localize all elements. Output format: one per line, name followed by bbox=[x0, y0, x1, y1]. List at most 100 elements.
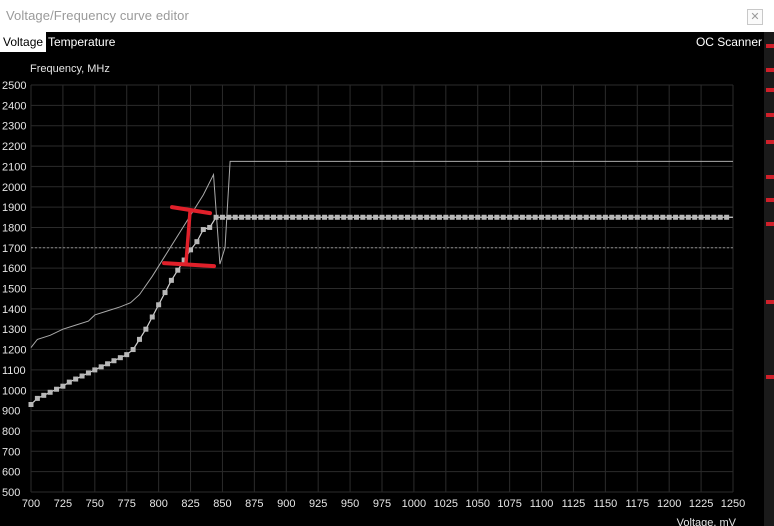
vf-curve-point bbox=[481, 214, 487, 220]
vf-curve-point bbox=[111, 358, 117, 364]
side-marker bbox=[766, 175, 774, 179]
vf-curve-point bbox=[60, 383, 66, 389]
vf-curve-point bbox=[328, 214, 334, 220]
window-title: Voltage/Frequency curve editor bbox=[6, 8, 189, 23]
y-tick-label: 1100 bbox=[2, 365, 26, 377]
side-marker bbox=[766, 375, 774, 379]
vf-curve-point bbox=[417, 214, 423, 220]
x-tick-label: 775 bbox=[118, 498, 136, 510]
x-tick-label: 1150 bbox=[594, 498, 618, 510]
vf-curve-point bbox=[711, 214, 717, 220]
side-marker bbox=[766, 68, 774, 72]
chart-svg[interactable]: 500 600 700 800 900 1000 1100 1200 1300 1400 1500 1… bbox=[0, 52, 764, 526]
vf-curve-point bbox=[117, 355, 123, 361]
x-tick-label: 1125 bbox=[562, 498, 586, 510]
vf-curve-point bbox=[283, 214, 289, 220]
vf-curve-point bbox=[105, 361, 111, 367]
vf-curve-point bbox=[487, 214, 493, 220]
vf-curve-point bbox=[149, 314, 155, 320]
x-tick-label: 925 bbox=[309, 498, 327, 510]
vf-curve-editor-window: Voltage/Frequency curve editor ✕ Voltage… bbox=[0, 0, 774, 526]
vf-curve-point bbox=[309, 214, 315, 220]
tab-voltage[interactable]: Voltage bbox=[0, 32, 47, 52]
vf-curve-point bbox=[634, 214, 640, 220]
vf-curve-chart[interactable]: 500 600 700 800 900 1000 1100 1200 1300 1400 1500 1… bbox=[0, 52, 764, 526]
vf-curve-point bbox=[558, 214, 564, 220]
vf-curve-point bbox=[124, 352, 130, 358]
y-tick-label: 1800 bbox=[2, 222, 26, 234]
vf-curve-point bbox=[647, 214, 653, 220]
vf-curve-point bbox=[551, 214, 557, 220]
vf-curve-point bbox=[685, 214, 691, 220]
x-tick-label: 850 bbox=[213, 498, 231, 510]
y-tick-label: 600 bbox=[2, 467, 20, 479]
vf-curve-point bbox=[143, 326, 149, 332]
vf-curve-point bbox=[500, 214, 506, 220]
vf-curve-point bbox=[264, 214, 270, 220]
vf-curve-point bbox=[373, 214, 379, 220]
vf-curve-point bbox=[443, 214, 449, 220]
vf-curve-point bbox=[430, 214, 436, 220]
side-marker bbox=[766, 140, 774, 144]
vf-curve-point bbox=[526, 214, 532, 220]
vf-curve-point bbox=[28, 401, 34, 407]
tab-bar: Voltage Temperature OC Scanner bbox=[0, 32, 774, 52]
vf-curve-point bbox=[73, 376, 79, 382]
vf-curve-point bbox=[322, 214, 328, 220]
vf-curve-point bbox=[628, 214, 634, 220]
side-marker bbox=[766, 300, 774, 304]
oc-scanner-button[interactable]: OC Scanner bbox=[696, 32, 762, 52]
x-tick-label: 1075 bbox=[497, 498, 521, 510]
vf-curve-point bbox=[570, 214, 576, 220]
x-tick-label: 1025 bbox=[434, 498, 458, 510]
vf-curve-point bbox=[590, 214, 596, 220]
tab-temperature[interactable]: Temperature bbox=[46, 32, 117, 52]
x-axis-title: Voltage, mV bbox=[677, 517, 737, 526]
x-tick-label: 1225 bbox=[689, 498, 713, 510]
y-tick-label: 1600 bbox=[2, 263, 26, 275]
vf-curve-point bbox=[245, 214, 251, 220]
y-tick-label: 1900 bbox=[2, 202, 26, 214]
vf-curve-point bbox=[98, 364, 104, 370]
vf-curve-point bbox=[334, 214, 340, 220]
y-tick-label: 1000 bbox=[2, 385, 26, 397]
vf-curve-point bbox=[315, 214, 321, 220]
vf-curve-point bbox=[79, 373, 85, 379]
vf-curve-point bbox=[609, 214, 615, 220]
vf-curve-point bbox=[302, 214, 308, 220]
x-tick-label: 950 bbox=[341, 498, 359, 510]
vf-curve-point bbox=[156, 302, 162, 308]
title-bar[interactable]: Voltage/Frequency curve editor ✕ bbox=[0, 0, 774, 32]
y-tick-label: 800 bbox=[2, 426, 20, 438]
vf-curve-point bbox=[194, 239, 200, 245]
vf-curve-point bbox=[698, 214, 704, 220]
vf-curve-point bbox=[468, 214, 474, 220]
vf-curve-point bbox=[239, 214, 245, 220]
vf-curve-point bbox=[277, 214, 283, 220]
vf-curve-point bbox=[602, 214, 608, 220]
y-tick-label: 500 bbox=[2, 487, 20, 499]
side-marker bbox=[766, 222, 774, 226]
y-tick-label: 900 bbox=[2, 406, 20, 418]
y-tick-label: 700 bbox=[2, 446, 20, 458]
background-window-edge bbox=[764, 32, 774, 526]
vf-curve-point bbox=[539, 214, 545, 220]
y-tick-label: 2400 bbox=[2, 100, 26, 112]
vf-curve-point bbox=[162, 290, 168, 296]
vf-curve-point bbox=[226, 214, 232, 220]
vf-curve-point bbox=[577, 214, 583, 220]
vf-curve-point bbox=[271, 214, 277, 220]
vf-curve-point bbox=[347, 214, 353, 220]
vf-curve-point bbox=[213, 214, 219, 220]
vf-curve-point bbox=[353, 214, 359, 220]
y-tick-label: 2500 bbox=[2, 80, 26, 92]
vf-curve-point bbox=[494, 214, 500, 220]
close-icon[interactable]: ✕ bbox=[747, 9, 763, 25]
vf-curve-point bbox=[290, 214, 296, 220]
vf-curve-point bbox=[379, 214, 385, 220]
vf-curve-point bbox=[207, 224, 213, 230]
vf-curve-point bbox=[615, 214, 621, 220]
vf-curve-point bbox=[34, 395, 40, 401]
x-tick-label: 800 bbox=[149, 498, 167, 510]
vf-curve-point bbox=[456, 214, 462, 220]
